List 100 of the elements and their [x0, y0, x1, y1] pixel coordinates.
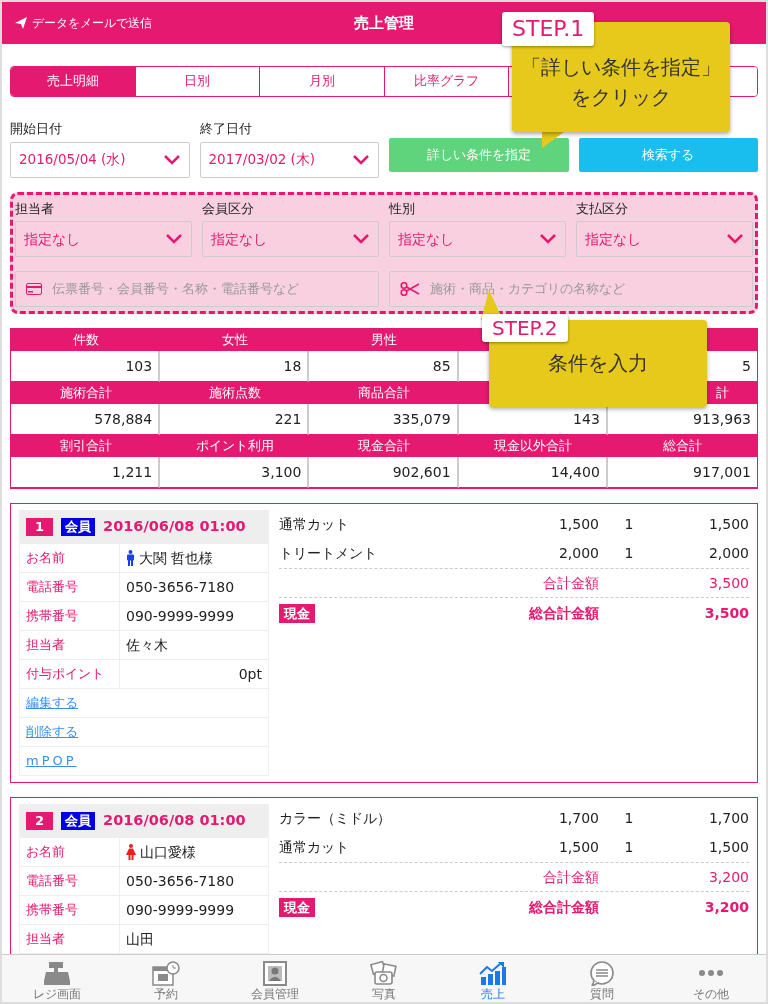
item-price: 2,000: [557, 544, 599, 563]
date-select[interactable]: 2016/05/04 (水): [10, 141, 190, 178]
photos-camera-icon: [370, 961, 398, 986]
chevron-down-icon: [726, 233, 744, 245]
field-value: 090-9999-9999: [126, 606, 235, 626]
item-price: 1,500: [557, 838, 599, 857]
column-header: 女性: [160, 329, 310, 351]
field-label: 担当者: [20, 631, 120, 659]
item-name: 通常カット: [279, 838, 350, 857]
field-label: お名前: [20, 544, 120, 572]
field-label: 電話番号: [20, 867, 120, 895]
subtotal-amount: 3,200: [707, 867, 749, 887]
subtotal-label: 合計金額: [542, 573, 599, 593]
total-label: 総合計金額: [527, 604, 599, 623]
field-label: 電話番号: [20, 573, 120, 601]
filter-select[interactable]: 指定なし: [389, 221, 566, 257]
payment-badge: 現金: [279, 603, 315, 624]
item-amount: 1,500: [707, 838, 749, 857]
item-amount: 2,000: [707, 544, 749, 563]
item-name: 通常カット: [279, 515, 350, 534]
filter-select[interactable]: 指定なし: [576, 221, 753, 257]
field-value: 山口愛様: [140, 842, 196, 862]
male-figure-icon: [126, 550, 135, 566]
member-badge: 会員: [61, 812, 96, 830]
tab-bar-item[interactable]: レジ画面: [2, 955, 112, 1002]
item-amount: 1,700: [707, 809, 749, 828]
item-price: 1,700: [557, 809, 599, 828]
column-header: 件数: [11, 329, 161, 351]
field-value: 0pt: [238, 664, 262, 684]
step-label-tooltip: STEP.2: [482, 314, 568, 342]
calendar-clock-icon: [151, 961, 180, 986]
paper-plane-icon: [14, 16, 28, 30]
field-value: 050-3656-7180: [126, 577, 235, 597]
tab[interactable]: 売上明細: [11, 67, 136, 96]
field-label: 担当者: [20, 925, 120, 953]
filter-select[interactable]: 指定なし: [202, 221, 379, 257]
record-datetime: 2016/06/08 01:00: [103, 517, 246, 537]
field-label: 携帯番号: [20, 896, 120, 924]
tab-bar-item[interactable]: 会員管理: [220, 955, 330, 1002]
field-label: 担当者: [15, 199, 55, 218]
field-value: 佐々木: [126, 635, 168, 655]
chevron-down-icon: [165, 233, 183, 245]
filter-select[interactable]: 指定なし: [15, 221, 192, 257]
total-amount: 3,500: [703, 604, 749, 623]
column-header: 総合計: [607, 435, 757, 457]
column-header: ポイント利用: [160, 435, 310, 457]
chat-bubble-icon: [588, 961, 617, 986]
field-value: 090-9999-9999: [126, 900, 235, 920]
cash-register-icon: [42, 961, 71, 986]
tab-bar-item[interactable]: 質問: [547, 955, 657, 1002]
summary-cell: 335,079: [309, 404, 459, 435]
field-label: 付与ポイント: [20, 660, 120, 688]
subtotal-label: 合計金額: [542, 867, 599, 887]
summary-cell: 902,601: [309, 457, 459, 488]
chevron-down-icon: [352, 153, 370, 166]
text-link[interactable]: 編集する: [26, 693, 78, 713]
summary-cell: 3,100: [160, 457, 310, 488]
chevron-down-icon: [162, 153, 181, 166]
summary-cell: 221: [160, 404, 310, 435]
subtotal-amount: 3,500: [707, 573, 749, 593]
item-quantity: 1: [623, 838, 635, 857]
summary-cell: 14,400: [458, 457, 608, 488]
callout-text: 「詳しい条件を指定」 をクリック: [520, 54, 722, 111]
page-title: 売上管理: [354, 12, 414, 34]
tab-bar-item[interactable]: 写真: [329, 955, 439, 1002]
column-header: 施術合計: [11, 382, 161, 404]
column-header: 割引合計: [11, 435, 161, 457]
date-select[interactable]: 2017/03/02 (木): [199, 141, 379, 178]
chevron-down-icon: [539, 233, 557, 245]
scissors-icon: [400, 282, 420, 296]
field-label: 開始日付: [10, 120, 63, 138]
text-link[interactable]: 削除する: [26, 722, 78, 742]
text-link[interactable]: mPOP: [26, 751, 77, 771]
item-amount: 1,500: [707, 515, 749, 534]
field-label: 終了日付: [199, 120, 253, 138]
field-label: 支払区分: [576, 199, 629, 218]
send-email-link[interactable]: データをメールで送信: [14, 2, 152, 44]
tab-bar-item[interactable]: その他: [656, 955, 766, 1002]
record-number: 1: [26, 518, 54, 536]
tab-bar-item[interactable]: 売上: [438, 955, 548, 1002]
portrait-icon: [260, 961, 289, 986]
field-value: 大関 哲也様: [139, 548, 214, 568]
payment-badge: 現金: [279, 897, 315, 918]
item-price: 1,500: [557, 515, 599, 534]
item-quantity: 1: [623, 515, 635, 534]
field-value: 050-3656-7180: [126, 871, 235, 891]
column-header: 現金以外合計: [458, 435, 608, 457]
summary-cell: 85: [309, 351, 459, 382]
record-datetime: 2016/06/08 01:00: [103, 811, 246, 831]
total-label: 総合計金額: [527, 898, 599, 917]
member-badge: 会員: [61, 518, 96, 536]
column-header: 男性: [309, 329, 459, 351]
column-header: 施術点数: [160, 382, 310, 404]
summary-cell: 18: [160, 351, 310, 382]
field-label: 携帯番号: [20, 602, 120, 630]
female-figure-icon: [126, 844, 136, 860]
summary-cell: 1,211: [11, 457, 161, 488]
summary-cell: 103: [11, 351, 161, 382]
bar-chart-icon: [479, 961, 508, 986]
tab-bar-item[interactable]: 予約: [111, 955, 221, 1002]
